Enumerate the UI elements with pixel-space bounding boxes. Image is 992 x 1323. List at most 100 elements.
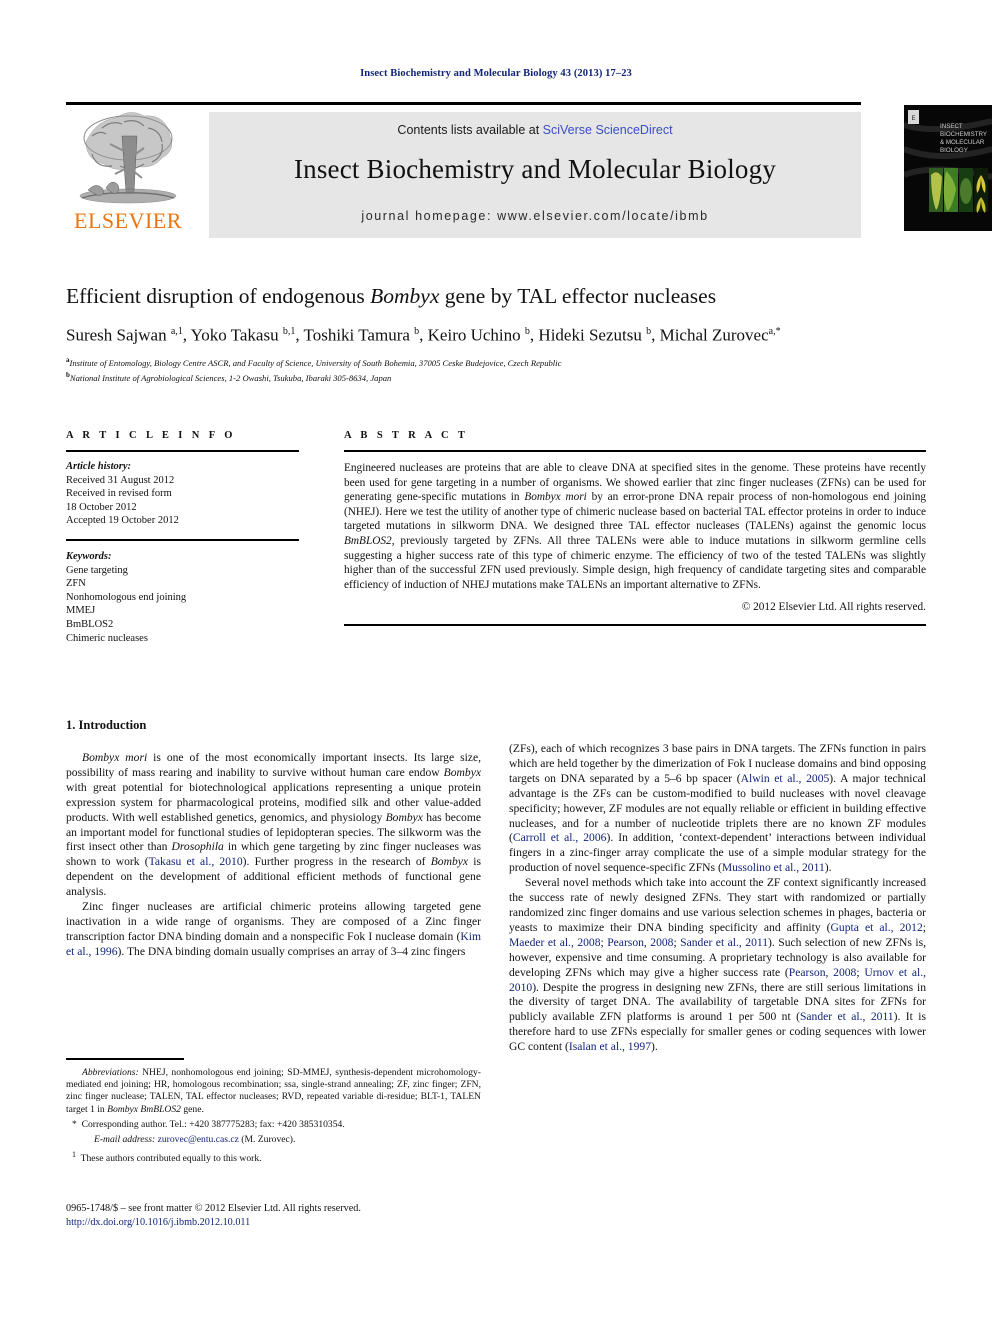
elsevier-logo[interactable]: ELSEVIER [66, 112, 190, 238]
text-run: ). The DNA binding domain usually compri… [117, 944, 466, 958]
citation-link[interactable]: Alwin et al., 2005 [741, 772, 830, 785]
history-line: Received 31 August 2012 [66, 474, 175, 486]
citation-link[interactable]: Takasu et al., 2010 [149, 855, 243, 868]
citation-link[interactable]: Sander et al., 2011 [800, 1010, 894, 1023]
text-run: ). Further progress in the research of [242, 855, 431, 869]
abstract-run: , previously targeted by ZFNs. All three… [344, 534, 926, 591]
author-list: Suresh Sajwan a,1, Yoko Takasu b,1, Tosh… [66, 325, 781, 345]
italic-term: Drosophila [171, 840, 224, 854]
abstract-rule-top [344, 450, 926, 452]
contents-prefix: Contents lists available at [397, 123, 543, 137]
svg-text:INSECT: INSECT [940, 123, 963, 130]
affiliation-b: bNational Institute of Agrobiological Sc… [66, 371, 392, 383]
journal-masthead: ELSEVIER Contents lists available at Sci… [66, 102, 992, 238]
abstract-rule-bottom [344, 624, 926, 627]
italic-term: Bombyx [430, 855, 469, 869]
contents-list-line: Contents lists available at SciVerse Sci… [209, 123, 861, 137]
citation-link[interactable]: Maeder et al., 2008 [509, 936, 601, 949]
equal-text: These authors contributed equally to thi… [80, 1153, 262, 1165]
keyword-item: MMEJ [66, 605, 96, 617]
affiliation-a-text: Institute of Entomology, Biology Centre … [69, 357, 562, 368]
equal-contribution-note: 1 These authors contributed equally to t… [66, 1148, 481, 1165]
abbreviations-tail-end: gene. [180, 1103, 204, 1115]
article-info-column: A R T I C L E I N F O Article history: R… [66, 430, 299, 645]
keyword-item: BmBLOS2 [66, 618, 114, 630]
italic-term: Bombyx [385, 810, 423, 824]
title-part-1: Efficient disruption of endogenous [66, 284, 371, 308]
svg-text:E: E [911, 116, 915, 122]
keyword-item: Gene targeting [66, 564, 128, 576]
sciencedirect-link[interactable]: SciVerse ScienceDirect [543, 123, 673, 137]
abbreviations-italic-tail: Bombyx BmBLOS2 [107, 1103, 181, 1115]
keyword-item: Nonhomologous end joining [66, 591, 187, 603]
article-history-block: Article history: Received 31 August 2012… [66, 460, 299, 528]
journal-homepage-link[interactable]: journal homepage: www.elsevier.com/locat… [209, 209, 861, 223]
svg-text:& MOLECULAR: & MOLECULAR [940, 139, 985, 146]
text-run: ). [651, 1040, 658, 1054]
abbreviations-label: Abbreviations: [82, 1066, 139, 1078]
paragraph: Bombyx mori is one of the most economica… [66, 751, 481, 900]
history-line: Received in revised form [66, 488, 172, 500]
title-part-2: gene by TAL effector nucleases [439, 284, 717, 308]
journal-cover-thumbnail[interactable]: E INSECT BIOCHEMISTRY & MOLECULAR BIOLOG… [904, 105, 992, 231]
citation-link[interactable]: Gupta et al., 2012 [831, 921, 923, 934]
running-head: Insect Biochemistry and Molecular Biolog… [360, 68, 632, 79]
doi-link[interactable]: http://dx.doi.org/10.1016/j.ibmb.2012.10… [66, 1216, 496, 1230]
abstract-copyright: © 2012 Elsevier Ltd. All rights reserved… [741, 601, 926, 614]
citation-link[interactable]: Isalan et al., 1997 [569, 1040, 651, 1053]
citation-link[interactable]: Carroll et al., 2006 [513, 831, 607, 844]
citation-link[interactable]: Sander et al., 2011 [680, 936, 768, 949]
text-run: ). [824, 861, 832, 875]
journal-band: Contents lists available at SciVerse Sci… [209, 112, 861, 238]
journal-title: Insect Biochemistry and Molecular Biolog… [293, 154, 777, 184]
email-label: E-mail address: [94, 1134, 156, 1146]
history-line: 18 October 2012 [66, 501, 137, 513]
body-column-left: 1. Introduction Bombyx mori is one of th… [66, 718, 481, 960]
italic-term: Bombyx [443, 765, 481, 779]
title-block: Efficient disruption of endogenous Bomby… [66, 283, 926, 385]
cover-artwork-icon: E INSECT BIOCHEMISTRY & MOLECULAR BIOLOG… [904, 105, 992, 231]
svg-text:BIOLOGY: BIOLOGY [940, 147, 968, 154]
article-history-label: Article history: [66, 461, 132, 472]
article-info-rule [66, 450, 299, 452]
keyword-item: ZFN [66, 578, 86, 590]
svg-text:BIOCHEMISTRY: BIOCHEMISTRY [940, 131, 987, 138]
citation-link[interactable]: Mussolino et al., 2011 [722, 861, 825, 874]
article-info-heading: A R T I C L E I N F O [66, 430, 236, 441]
italic-term: Bombyx mori [82, 751, 148, 764]
paragraph: (ZFs), each of which recognizes 3 base p… [509, 742, 926, 876]
corresponding-author-note: * Corresponding author. Tel.: +420 38777… [66, 1118, 481, 1131]
corresponding-text: Corresponding author. Tel.: +420 3877752… [81, 1119, 345, 1131]
section-heading-introduction: 1. Introduction [66, 718, 147, 732]
title-italic-species: Bombyx [370, 284, 440, 308]
email-link[interactable]: zurovec@entu.cas.cz [158, 1134, 239, 1145]
abstract-text: Engineered nucleases are proteins that a… [344, 461, 926, 592]
affiliation-a: aInstitute of Entomology, Biology Centre… [66, 355, 562, 368]
page-title: Efficient disruption of endogenous Bomby… [66, 283, 926, 309]
text-run: Zinc finger nucleases are artificial chi… [66, 900, 481, 943]
masthead-top-rule [66, 102, 861, 105]
keywords-rule [66, 538, 299, 541]
text-run: ; [922, 920, 927, 934]
keywords-label: Keywords: [66, 550, 112, 562]
paragraph: Several novel methods which take into ac… [509, 876, 926, 1055]
paragraph: Zinc finger nucleases are artificial chi… [66, 900, 481, 960]
keywords-block: Keywords: Gene targeting ZFN Nonhomologo… [66, 550, 299, 645]
keyword-item: Chimeric nucleases [66, 632, 148, 644]
citation-link[interactable]: Pearson, 2008 [607, 936, 673, 949]
citation-link[interactable]: Pearson, 2008 [789, 966, 857, 979]
issn-front-matter: 0965-1748/$ – see front matter © 2012 El… [66, 1203, 361, 1214]
abstract-italic-locus: BmBLOS2 [344, 534, 392, 547]
email-suffix: (M. Zurovec). [238, 1134, 296, 1146]
abstract-italic-species: Bombyx mori [524, 491, 587, 504]
footnote-block: Abbreviations: NHEJ, nonhomologous end j… [66, 1058, 481, 1165]
email-note: E-mail address: zurovec@entu.cas.cz (M. … [66, 1133, 481, 1146]
page-footer: 0965-1748/$ – see front matter © 2012 El… [66, 1202, 496, 1229]
body-column-right: (ZFs), each of which recognizes 3 base p… [509, 742, 926, 1055]
abstract-heading: A B S T R A C T [344, 430, 469, 441]
footnote-rule [66, 1058, 184, 1060]
elsevier-wordmark: ELSEVIER [74, 208, 182, 233]
journal-article-page: Insect Biochemistry and Molecular Biolog… [0, 0, 992, 1323]
abstract-column: A B S T R A C T Engineered nucleases are… [344, 430, 926, 627]
affiliation-b-text: National Institute of Agrobiological Sci… [69, 372, 392, 383]
